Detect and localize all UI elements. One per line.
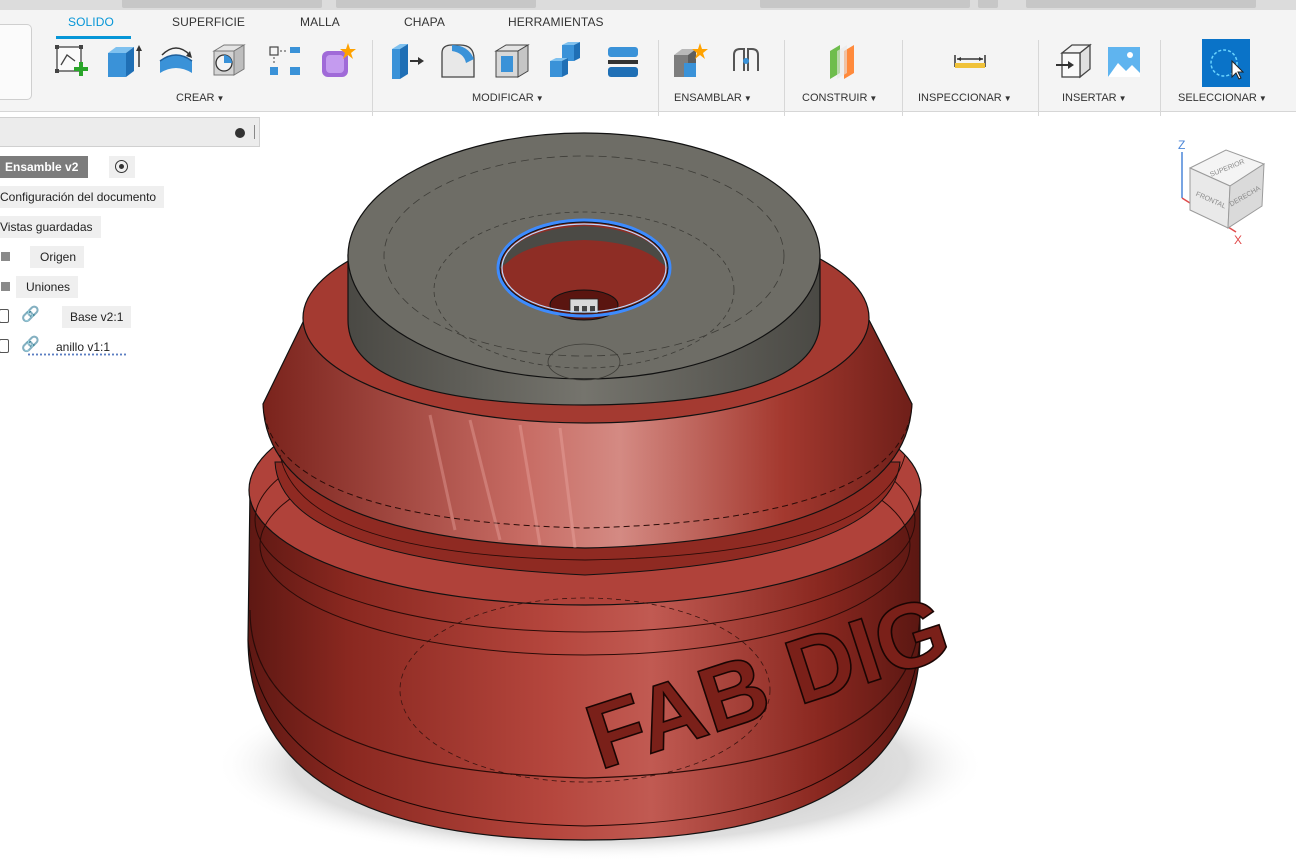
tab-solido[interactable]: SOLIDO [68, 15, 114, 29]
3d-viewport[interactable]: FAB DIG [0, 113, 1296, 860]
toolbar-separator [658, 40, 659, 116]
browser-root-node[interactable]: Ensamble v2 [0, 156, 89, 178]
axis-z-label: Z [1178, 138, 1185, 152]
browser-item-config[interactable]: Configuración del documento [0, 186, 165, 208]
document-tab[interactable] [978, 0, 998, 8]
box-cylinder-icon[interactable] [208, 41, 248, 81]
toolbar-separator [1160, 40, 1161, 116]
tab-chapa[interactable]: CHAPA [404, 15, 445, 29]
group-modificar[interactable]: MODIFICAR ▼ [472, 92, 544, 104]
shell-icon[interactable] [492, 41, 532, 81]
create-sketch-icon[interactable] [52, 41, 92, 81]
document-tab[interactable] [336, 0, 536, 8]
new-component-icon[interactable] [670, 41, 710, 81]
document-tab-strip [0, 0, 1296, 10]
workspace-switcher-button[interactable] [0, 24, 32, 100]
browser-header[interactable] [0, 117, 260, 147]
group-crear[interactable]: CREAR ▼ [176, 92, 224, 104]
browser-item-origin[interactable]: Origen [30, 246, 85, 268]
pattern-icon[interactable] [266, 41, 306, 81]
folder-icon [1, 282, 10, 291]
joint-icon[interactable] [726, 41, 766, 81]
document-tab[interactable] [760, 0, 970, 8]
browser-pin-icon[interactable] [235, 128, 245, 138]
document-tab[interactable] [1026, 0, 1256, 8]
tab-herramientas[interactable]: HERRAMIENTAS [508, 15, 604, 29]
active-tab-indicator [56, 36, 131, 39]
select-icon[interactable] [1202, 39, 1250, 87]
fillet-icon[interactable] [438, 41, 478, 81]
create-form-icon[interactable] [318, 41, 358, 81]
group-seleccionar[interactable]: SELECCIONAR ▼ [1178, 92, 1267, 104]
measure-icon[interactable] [950, 41, 990, 81]
combine-icon[interactable] [546, 41, 586, 81]
toolbar-separator [902, 40, 903, 116]
link-icon: 🔗 [21, 306, 40, 323]
split-body-icon[interactable] [604, 41, 644, 81]
tab-superficie[interactable]: SUPERFICIE [172, 15, 245, 29]
group-ensamblar[interactable]: ENSAMBLAR ▼ [674, 92, 752, 104]
document-tab[interactable] [122, 0, 322, 8]
browser-resize-handle[interactable] [254, 125, 255, 139]
toolbar-separator [784, 40, 785, 116]
group-inspeccionar[interactable]: INSPECCIONAR ▼ [918, 92, 1012, 104]
activate-radio-icon[interactable] [109, 156, 135, 178]
toolbar-separator [372, 40, 373, 116]
component-icon [0, 339, 9, 353]
link-icon: 🔗 [21, 336, 40, 353]
browser-item-saved-views[interactable]: Vistas guardadas [0, 216, 101, 238]
insert-derive-icon[interactable] [1054, 41, 1094, 81]
toolbar: SOLIDO SUPERFICIE MALLA CHAPA HERRAMIENT… [0, 10, 1296, 116]
folder-icon [1, 252, 10, 261]
component-icon [0, 309, 9, 323]
viewcube[interactable]: Z X SUPERIOR FRONTAL DERECHA [1170, 128, 1280, 246]
browser-item-base[interactable]: Base v2:1 [62, 306, 132, 328]
axis-x-label: X [1234, 233, 1242, 246]
offset-plane-icon[interactable] [824, 41, 864, 81]
revolve-icon[interactable] [156, 41, 196, 81]
browser-item-joints[interactable]: Uniones [16, 276, 79, 298]
tab-malla[interactable]: MALLA [300, 15, 340, 29]
extrude-icon[interactable] [104, 41, 144, 81]
press-pull-icon[interactable] [386, 41, 426, 81]
group-construir[interactable]: CONSTRUIR ▼ [802, 92, 877, 104]
group-insertar[interactable]: INSERTAR ▼ [1062, 92, 1127, 104]
spelling-underline [27, 353, 127, 356]
insert-canvas-icon[interactable] [1104, 41, 1144, 81]
toolbar-separator [1038, 40, 1039, 116]
